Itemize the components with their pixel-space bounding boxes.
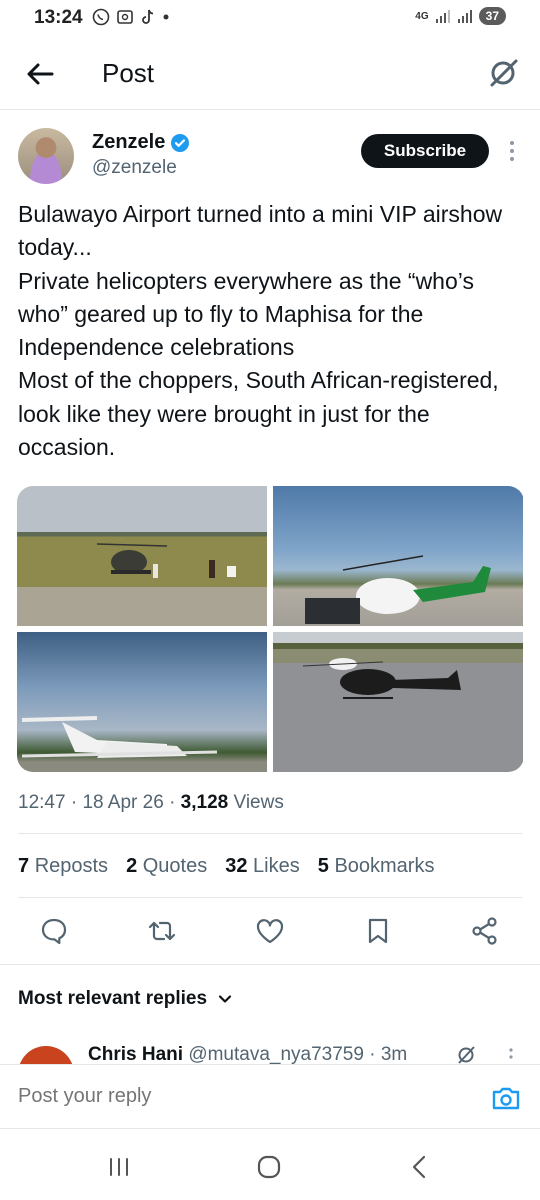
reply-avatar[interactable] — [18, 1046, 74, 1064]
reply-author-name[interactable]: Chris Hani — [88, 1044, 183, 1064]
replies-sort-dropdown[interactable]: Most relevant replies — [18, 988, 233, 1010]
media-image-3[interactable] — [17, 632, 267, 772]
actions-divider — [0, 964, 540, 965]
reply-separator: · — [369, 1044, 381, 1064]
author-handle[interactable]: @zenzele — [92, 157, 177, 179]
media-grid — [17, 486, 524, 772]
screenshot-icon — [117, 10, 133, 24]
author-name-row[interactable]: Zenzele — [92, 131, 190, 154]
reply-header: Chris Hani @mutava_nya73759 · 3m — [88, 1044, 407, 1064]
reply-author-handle[interactable]: @mutava_nya73759 — [188, 1044, 364, 1064]
arrow-left-icon[interactable] — [22, 58, 58, 90]
signal-icon — [435, 10, 450, 23]
comment-icon[interactable] — [39, 916, 69, 946]
views-count: 3,128 — [180, 792, 229, 813]
grok-icon[interactable] — [486, 56, 520, 90]
verified-badge-icon — [171, 133, 190, 152]
recent-apps-icon[interactable] — [105, 1153, 133, 1181]
stat-likes[interactable]: 32 Likes — [225, 855, 300, 878]
helicopter-image-2 — [305, 555, 491, 624]
camera-icon[interactable] — [491, 1085, 521, 1111]
status-time: 13:24 — [34, 7, 83, 28]
stat-quotes[interactable]: 2 Quotes — [126, 855, 207, 878]
heart-icon[interactable] — [255, 916, 285, 946]
airplane-image-3 — [21, 716, 218, 758]
dot-icon — [163, 14, 169, 20]
more-options-icon[interactable] — [504, 138, 520, 164]
page-title: Post — [102, 58, 155, 88]
share-icon[interactable] — [470, 916, 500, 946]
header: Post — [0, 46, 540, 102]
tiktok-icon — [142, 9, 154, 24]
media-image-1[interactable] — [17, 486, 267, 626]
tweet-text: Bulawayo Airport turned into a mini VIP … — [18, 201, 503, 461]
system-nav-bar — [0, 1128, 540, 1200]
home-icon[interactable] — [255, 1153, 283, 1181]
bookmark-icon[interactable] — [363, 916, 393, 946]
reply-time: 3m — [380, 1044, 408, 1064]
chevron-down-icon — [218, 995, 232, 1003]
network-label: 4G — [415, 10, 429, 22]
meta-separator: · — [70, 792, 83, 813]
subscribe-button[interactable]: Subscribe — [361, 134, 489, 168]
reply-more-icon[interactable] — [505, 1046, 517, 1064]
reply-input[interactable] — [18, 1085, 458, 1108]
engagement-stats: 7 Reposts 2 Quotes 32 Likes 5 Bookmarks — [18, 855, 434, 878]
media-image-2[interactable] — [273, 486, 523, 626]
post-time[interactable]: 12:47 — [18, 792, 66, 813]
helicopter-image-1 — [96, 543, 236, 578]
repost-icon[interactable] — [147, 916, 177, 946]
notification-icons — [92, 8, 170, 26]
post-date[interactable]: 18 Apr 26 — [82, 792, 163, 813]
reply-composer — [0, 1064, 540, 1126]
back-nav-icon[interactable] — [406, 1153, 434, 1181]
system-icons: 4G 37 — [415, 7, 506, 25]
status-bar: 13:24 4G 37 — [0, 0, 540, 36]
views-label: Views — [233, 792, 284, 813]
reply-item[interactable]: Chris Hani @mutava_nya73759 · 3m — [0, 1040, 540, 1064]
tweet-meta: 12:47 · 18 Apr 26 · 3,128 Views — [18, 792, 284, 814]
avatar[interactable] — [18, 128, 74, 184]
author-name[interactable]: Zenzele — [92, 131, 165, 154]
battery-indicator: 37 — [478, 7, 506, 25]
meta-separator-2: · — [169, 792, 181, 813]
header-divider — [0, 109, 540, 110]
replies-section-title: Most relevant replies — [18, 988, 208, 1009]
helicopter-image-4 — [302, 658, 461, 699]
signal-icon-2 — [457, 10, 472, 23]
whatsapp-icon — [92, 8, 110, 26]
stat-reposts[interactable]: 7 Reposts — [18, 855, 108, 878]
action-bar — [0, 908, 540, 954]
media-image-4[interactable] — [273, 632, 523, 772]
grok-reply-icon[interactable] — [455, 1044, 477, 1064]
stat-bookmarks[interactable]: 5 Bookmarks — [318, 855, 435, 878]
meta-divider — [18, 833, 522, 834]
stats-divider — [18, 897, 522, 898]
